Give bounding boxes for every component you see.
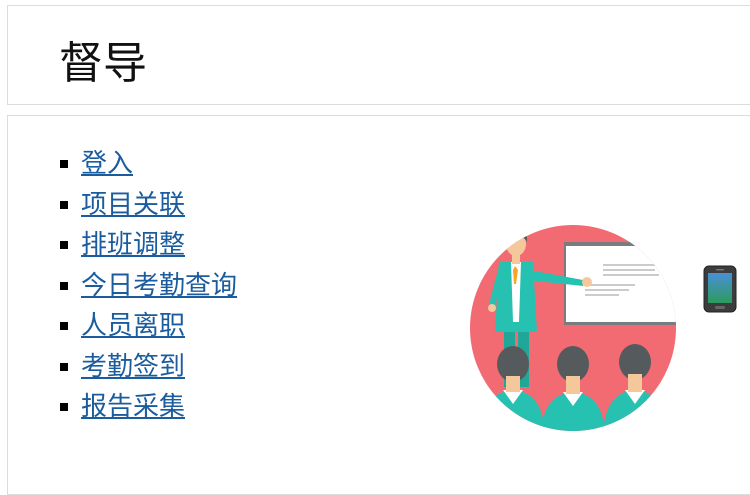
mobile-phone-icon	[703, 265, 737, 313]
check-in-link[interactable]: 考勤签到	[81, 352, 185, 382]
bullet	[60, 322, 68, 330]
bullet	[60, 160, 68, 168]
attendance-query-link[interactable]: 今日考勤查询	[81, 271, 237, 301]
menu-item-report: 报告采集	[53, 387, 237, 428]
page-header: 督导	[7, 5, 750, 105]
login-link[interactable]: 登入	[81, 149, 133, 179]
menu-item-schedule: 排班调整	[53, 225, 237, 266]
menu-list: 登入 项目关联 排班调整 今日考勤查询 人员离职 考勤签到 报告采集	[53, 144, 237, 428]
bullet	[60, 403, 68, 411]
resignation-link[interactable]: 人员离职	[81, 311, 185, 341]
project-link-link[interactable]: 项目关联	[81, 190, 185, 220]
page-title: 督导	[59, 38, 147, 89]
menu-item-project-link: 项目关联	[53, 185, 237, 226]
bullet	[60, 362, 68, 371]
menu-item-attendance-query: 今日考勤查询	[53, 266, 237, 307]
report-collect-link[interactable]: 报告采集	[81, 392, 185, 422]
menu-item-login: 登入	[53, 144, 237, 185]
schedule-adjust-link[interactable]: 排班调整	[81, 230, 185, 260]
bullet	[60, 200, 68, 209]
menu-item-resignation: 人员离职	[53, 306, 237, 347]
presentation-illustration	[470, 225, 676, 431]
bullet	[60, 281, 68, 290]
bullet	[60, 241, 68, 249]
menu-item-check-in: 考勤签到	[53, 347, 237, 388]
